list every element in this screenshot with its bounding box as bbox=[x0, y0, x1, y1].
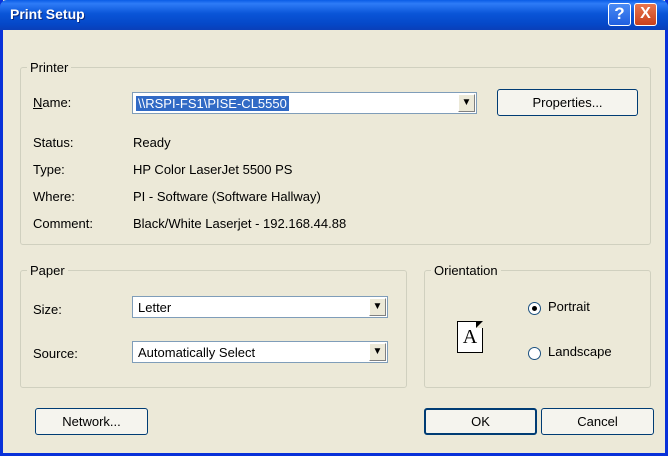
help-icon: ? bbox=[614, 4, 625, 23]
dialog-title: Print Setup bbox=[10, 6, 85, 22]
where-value: PI - Software (Software Hallway) bbox=[133, 189, 321, 204]
paper-source-value: Automatically Select bbox=[138, 345, 256, 360]
chevron-down-icon[interactable]: ▼ bbox=[369, 343, 386, 361]
help-button[interactable]: ? bbox=[608, 3, 631, 26]
name-mnemonic: N bbox=[33, 95, 43, 110]
paper-group-label: Paper bbox=[27, 263, 68, 278]
name-label-rest: ame: bbox=[42, 95, 72, 110]
paper-size-select[interactable]: Letter ▼ bbox=[132, 296, 388, 318]
paper-size-value: Letter bbox=[138, 300, 172, 315]
paper-group: Paper bbox=[20, 263, 407, 388]
portrait-radio[interactable] bbox=[528, 302, 541, 315]
printer-name-value: \\RSPI-FS1\PISE-CL5550 bbox=[136, 96, 289, 111]
print-setup-dialog: Print Setup ? X Printer Name: \\RSPI-FS1… bbox=[0, 0, 668, 456]
close-icon: X bbox=[640, 5, 651, 22]
close-button[interactable]: X bbox=[634, 3, 657, 26]
orientation-group-label: Orientation bbox=[431, 263, 501, 278]
cancel-button[interactable]: Cancel bbox=[541, 408, 654, 435]
size-label: Size: bbox=[33, 302, 62, 317]
type-label: Type: bbox=[33, 162, 65, 177]
source-label: Source: bbox=[33, 346, 78, 361]
ok-button[interactable]: OK bbox=[424, 408, 537, 435]
type-value: HP Color LaserJet 5500 PS bbox=[133, 162, 293, 177]
landscape-radio[interactable] bbox=[528, 347, 541, 360]
properties-button[interactable]: Properties... bbox=[497, 89, 638, 116]
portrait-label[interactable]: Portrait bbox=[548, 299, 590, 314]
printer-name-select[interactable]: \\RSPI-FS1\PISE-CL5550 ▼ bbox=[132, 92, 477, 114]
comment-value: Black/White Laserjet - 192.168.44.88 bbox=[133, 216, 347, 231]
paper-source-select[interactable]: Automatically Select ▼ bbox=[132, 341, 388, 363]
status-value: Ready bbox=[133, 135, 171, 150]
title-bar[interactable]: Print Setup ? X bbox=[0, 0, 668, 30]
comment-label: Comment: bbox=[33, 216, 93, 231]
landscape-label[interactable]: Landscape bbox=[548, 344, 612, 359]
where-label: Where: bbox=[33, 189, 75, 204]
status-label: Status: bbox=[33, 135, 74, 150]
printer-group-label: Printer bbox=[27, 60, 72, 75]
network-button[interactable]: Network... bbox=[35, 408, 148, 435]
chevron-down-icon[interactable]: ▼ bbox=[369, 298, 386, 316]
chevron-down-icon[interactable]: ▼ bbox=[458, 94, 475, 112]
page-orientation-icon: A bbox=[457, 321, 483, 353]
printer-name-label: Name: bbox=[33, 95, 71, 110]
